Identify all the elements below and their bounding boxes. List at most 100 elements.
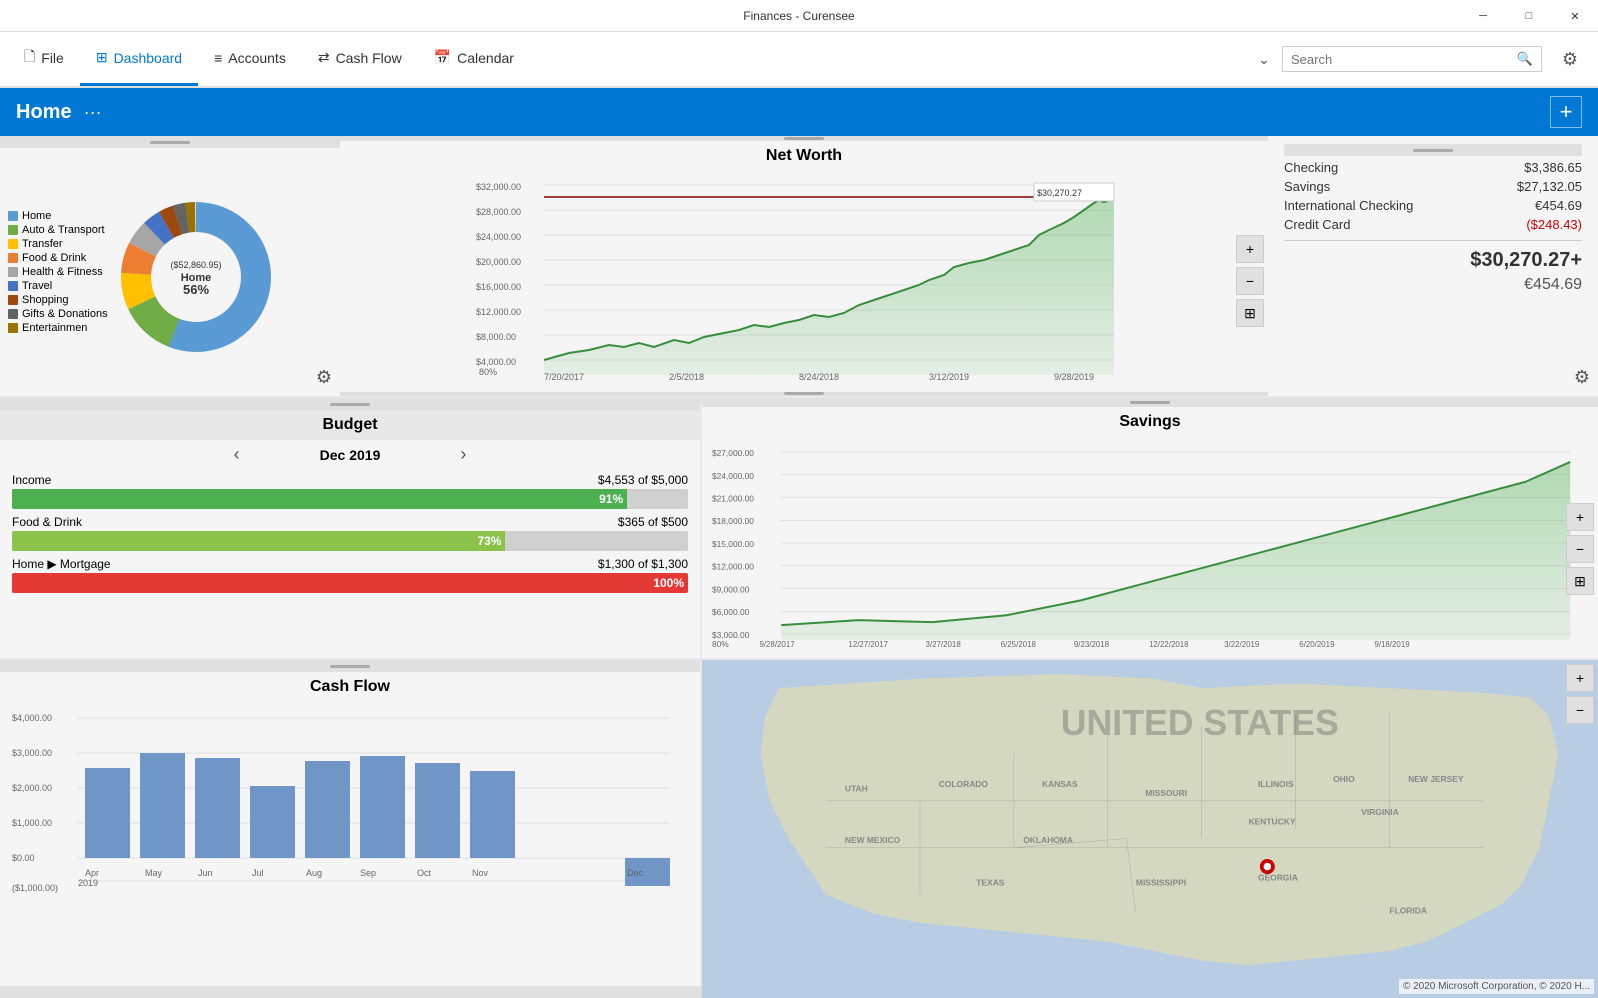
map-zoom-out-button[interactable]: − [1566,696,1594,724]
bar-sep[interactable] [360,756,405,858]
budget-panel: Budget ‹ Dec 2019 › Income $4,553 of $5,… [0,398,700,658]
chevron-down-button[interactable]: ⌄ [1246,41,1282,77]
networth-zoom-controls: + − ⊞ [1236,235,1264,327]
map-copyright: © 2020 Microsoft Corporation, © 2020 H..… [1399,979,1594,994]
file-menu[interactable]: 🗋 File [8,32,80,86]
networth-chart-area: $32,000.00 $28,000.00 $24,000.00 $20,000… [340,171,1268,392]
legend-dot-gifts [8,309,18,319]
cashflow-chart-area: $4,000.00 $3,000.00 $2,000.00 $1,000.00 … [0,702,700,998]
budget-mortgage-fill: 100% [12,573,688,593]
dashboard-label: Dashboard [114,50,183,66]
search-input[interactable] [1291,52,1511,67]
cashflow-chart: $4,000.00 $3,000.00 $2,000.00 $1,000.00 … [8,706,692,901]
legend-label-food: Food & Drink [22,252,86,264]
account-intl-checking: International Checking €454.69 [1284,198,1582,213]
donut-legend: Home Auto & Transport Transfer Food & Dr… [8,210,108,334]
account-total-usd: $30,270.27+ [1284,249,1582,272]
svg-text:7/20/2017: 7/20/2017 [544,372,584,382]
svg-text:12/22/2018: 12/22/2018 [1149,640,1189,649]
svg-text:$27,000.00: $27,000.00 [712,448,754,458]
budget-food-label: Food & Drink [12,515,82,529]
svg-text:COLORADO: COLORADO [939,779,989,789]
panel-drag-spending[interactable] [0,136,340,148]
window-controls: ─ □ ✕ [1460,0,1598,32]
account-name-checking: Checking [1284,160,1338,175]
account-name-intl-checking: International Checking [1284,198,1413,213]
svg-text:80%: 80% [712,639,729,649]
calendar-menu[interactable]: 📅 Calendar [418,32,530,86]
svg-text:Aug: Aug [306,868,322,878]
svg-text:KANSAS: KANSAS [1042,779,1078,789]
settings-button[interactable]: ⚙ [1550,39,1590,79]
bar-may[interactable] [140,753,185,858]
bar-oct[interactable] [415,763,460,858]
home-more-button[interactable]: ··· [84,102,102,123]
svg-text:3/12/2019: 3/12/2019 [929,372,969,382]
svg-text:TEXAS: TEXAS [976,877,1005,887]
svg-text:$3,000.00: $3,000.00 [12,748,52,758]
svg-text:9/18/2019: 9/18/2019 [1374,640,1410,649]
bar-jul[interactable] [250,786,295,858]
budget-mortgage-amount: $1,300 of $1,300 [598,557,688,571]
account-divider [1284,240,1582,241]
cashflow-label: Cash Flow [336,50,402,66]
bar-aug[interactable] [305,761,350,858]
svg-text:May: May [145,868,163,878]
svg-text:($52,860.95): ($52,860.95) [170,260,221,270]
legend-label-gifts: Gifts & Donations [22,308,108,320]
panel-drag-savings[interactable] [702,398,1598,407]
savings-zoom-in-button[interactable]: + [1566,503,1594,531]
savings-fit-button[interactable]: ⊞ [1566,567,1594,595]
donut-settings-button[interactable]: ⚙ [316,367,332,388]
search-box[interactable]: 🔍 [1282,46,1542,72]
close-button[interactable]: ✕ [1552,0,1598,32]
panel-drag-accounts[interactable] [1284,144,1582,156]
bar-jun[interactable] [195,758,240,858]
panel-drag-budget[interactable] [0,398,700,410]
accounts-menu[interactable]: ≡ Accounts [198,32,302,86]
budget-next-button[interactable]: › [460,444,466,465]
budget-item-mortgage-header: Home ▶ Mortgage $1,300 of $1,300 [12,557,688,571]
mid-row: Budget ‹ Dec 2019 › Income $4,553 of $5,… [0,398,1598,658]
svg-text:Dec: Dec [627,868,644,878]
svg-text:6/25/2018: 6/25/2018 [1001,640,1037,649]
add-widget-button[interactable]: + [1550,96,1582,128]
fit-button[interactable]: ⊞ [1236,299,1264,327]
map-zoom-controls: + − [1566,664,1594,724]
panel-drag-networth-bottom[interactable] [784,392,824,395]
minimize-button[interactable]: ─ [1460,0,1506,32]
zoom-in-button[interactable]: + [1236,235,1264,263]
panel-drag-cashflow[interactable] [0,660,700,672]
legend-shopping: Shopping [8,294,108,306]
savings-zoom-out-button[interactable]: − [1566,535,1594,563]
cashflow-menu[interactable]: ⇄ Cash Flow [302,32,418,86]
menu-bar: 🗋 File ⊞ Dashboard ≡ Accounts ⇄ Cash Flo… [0,32,1598,88]
map-zoom-in-button[interactable]: + [1566,664,1594,692]
svg-text:NEW MEXICO: NEW MEXICO [845,835,901,845]
legend-auto: Auto & Transport [8,224,108,236]
svg-text:8/24/2018: 8/24/2018 [799,372,839,382]
budget-food-fill: 73% [12,531,505,551]
networth-panel: Net Worth $32,000.00 $28,000.00 $24,000.… [340,136,1268,396]
file-label: File [41,50,64,66]
maximize-button[interactable]: □ [1506,0,1552,32]
legend-travel: Travel [8,280,108,292]
svg-text:$15,000.00: $15,000.00 [712,539,754,549]
accounts-settings-button[interactable]: ⚙ [1574,367,1590,388]
svg-text:$24,000.00: $24,000.00 [476,232,521,242]
svg-text:Nov: Nov [472,868,489,878]
legend-label-travel: Travel [22,280,52,292]
accounts-icon: ≡ [214,50,222,66]
legend-label-shopping: Shopping [22,294,69,306]
legend-gifts: Gifts & Donations [8,308,108,320]
zoom-out-button[interactable]: − [1236,267,1264,295]
account-name-savings: Savings [1284,179,1330,194]
budget-prev-button[interactable]: ‹ [234,444,240,465]
budget-title: Budget [0,410,700,440]
bar-nov[interactable] [470,771,515,858]
budget-item-income-header: Income $4,553 of $5,000 [12,473,688,487]
dashboard-menu[interactable]: ⊞ Dashboard [80,32,198,86]
bar-apr[interactable] [85,768,130,858]
svg-text:$18,000.00: $18,000.00 [712,516,754,526]
map-panel: UTAH COLORADO KANSAS MISSOURI ILLINOIS O… [702,660,1598,998]
